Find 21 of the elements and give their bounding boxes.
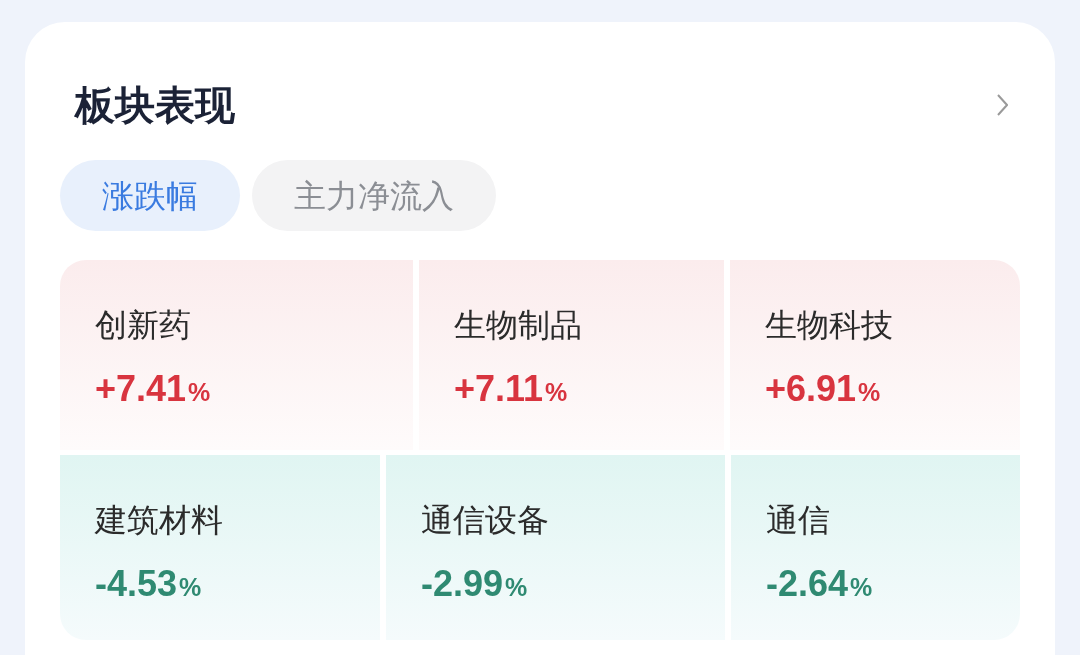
sector-name: 通信	[766, 501, 830, 539]
sector-tile[interactable]: 通信 -2.64%	[731, 455, 1020, 640]
change-value: +7.11%	[454, 367, 568, 411]
sector-name: 创新药	[95, 306, 191, 344]
card-title: 板块表现	[75, 82, 235, 129]
chevron-right-icon[interactable]	[997, 94, 1008, 116]
sector-name: 建筑材料	[95, 501, 223, 539]
sector-name: 生物制品	[454, 306, 582, 344]
sector-tile[interactable]: 生物制品 +7.11%	[419, 260, 724, 450]
sector-name: 通信设备	[421, 501, 549, 539]
sector-tile[interactable]: 通信设备 -2.99%	[386, 455, 725, 640]
change-value: -2.99%	[421, 562, 528, 606]
change-value: -2.64%	[766, 562, 873, 606]
sector-tile[interactable]: 建筑材料 -4.53%	[60, 455, 380, 640]
sector-name: 生物科技	[765, 306, 893, 344]
tab[interactable]: 涨跌幅	[60, 160, 240, 231]
sector-tile[interactable]: 生物科技 +6.91%	[730, 260, 1020, 450]
sector-tile[interactable]: 创新药 +7.41%	[60, 260, 413, 450]
change-value: -4.53%	[95, 562, 202, 606]
change-value: +6.91%	[765, 367, 881, 411]
change-value: +7.41%	[95, 367, 211, 411]
